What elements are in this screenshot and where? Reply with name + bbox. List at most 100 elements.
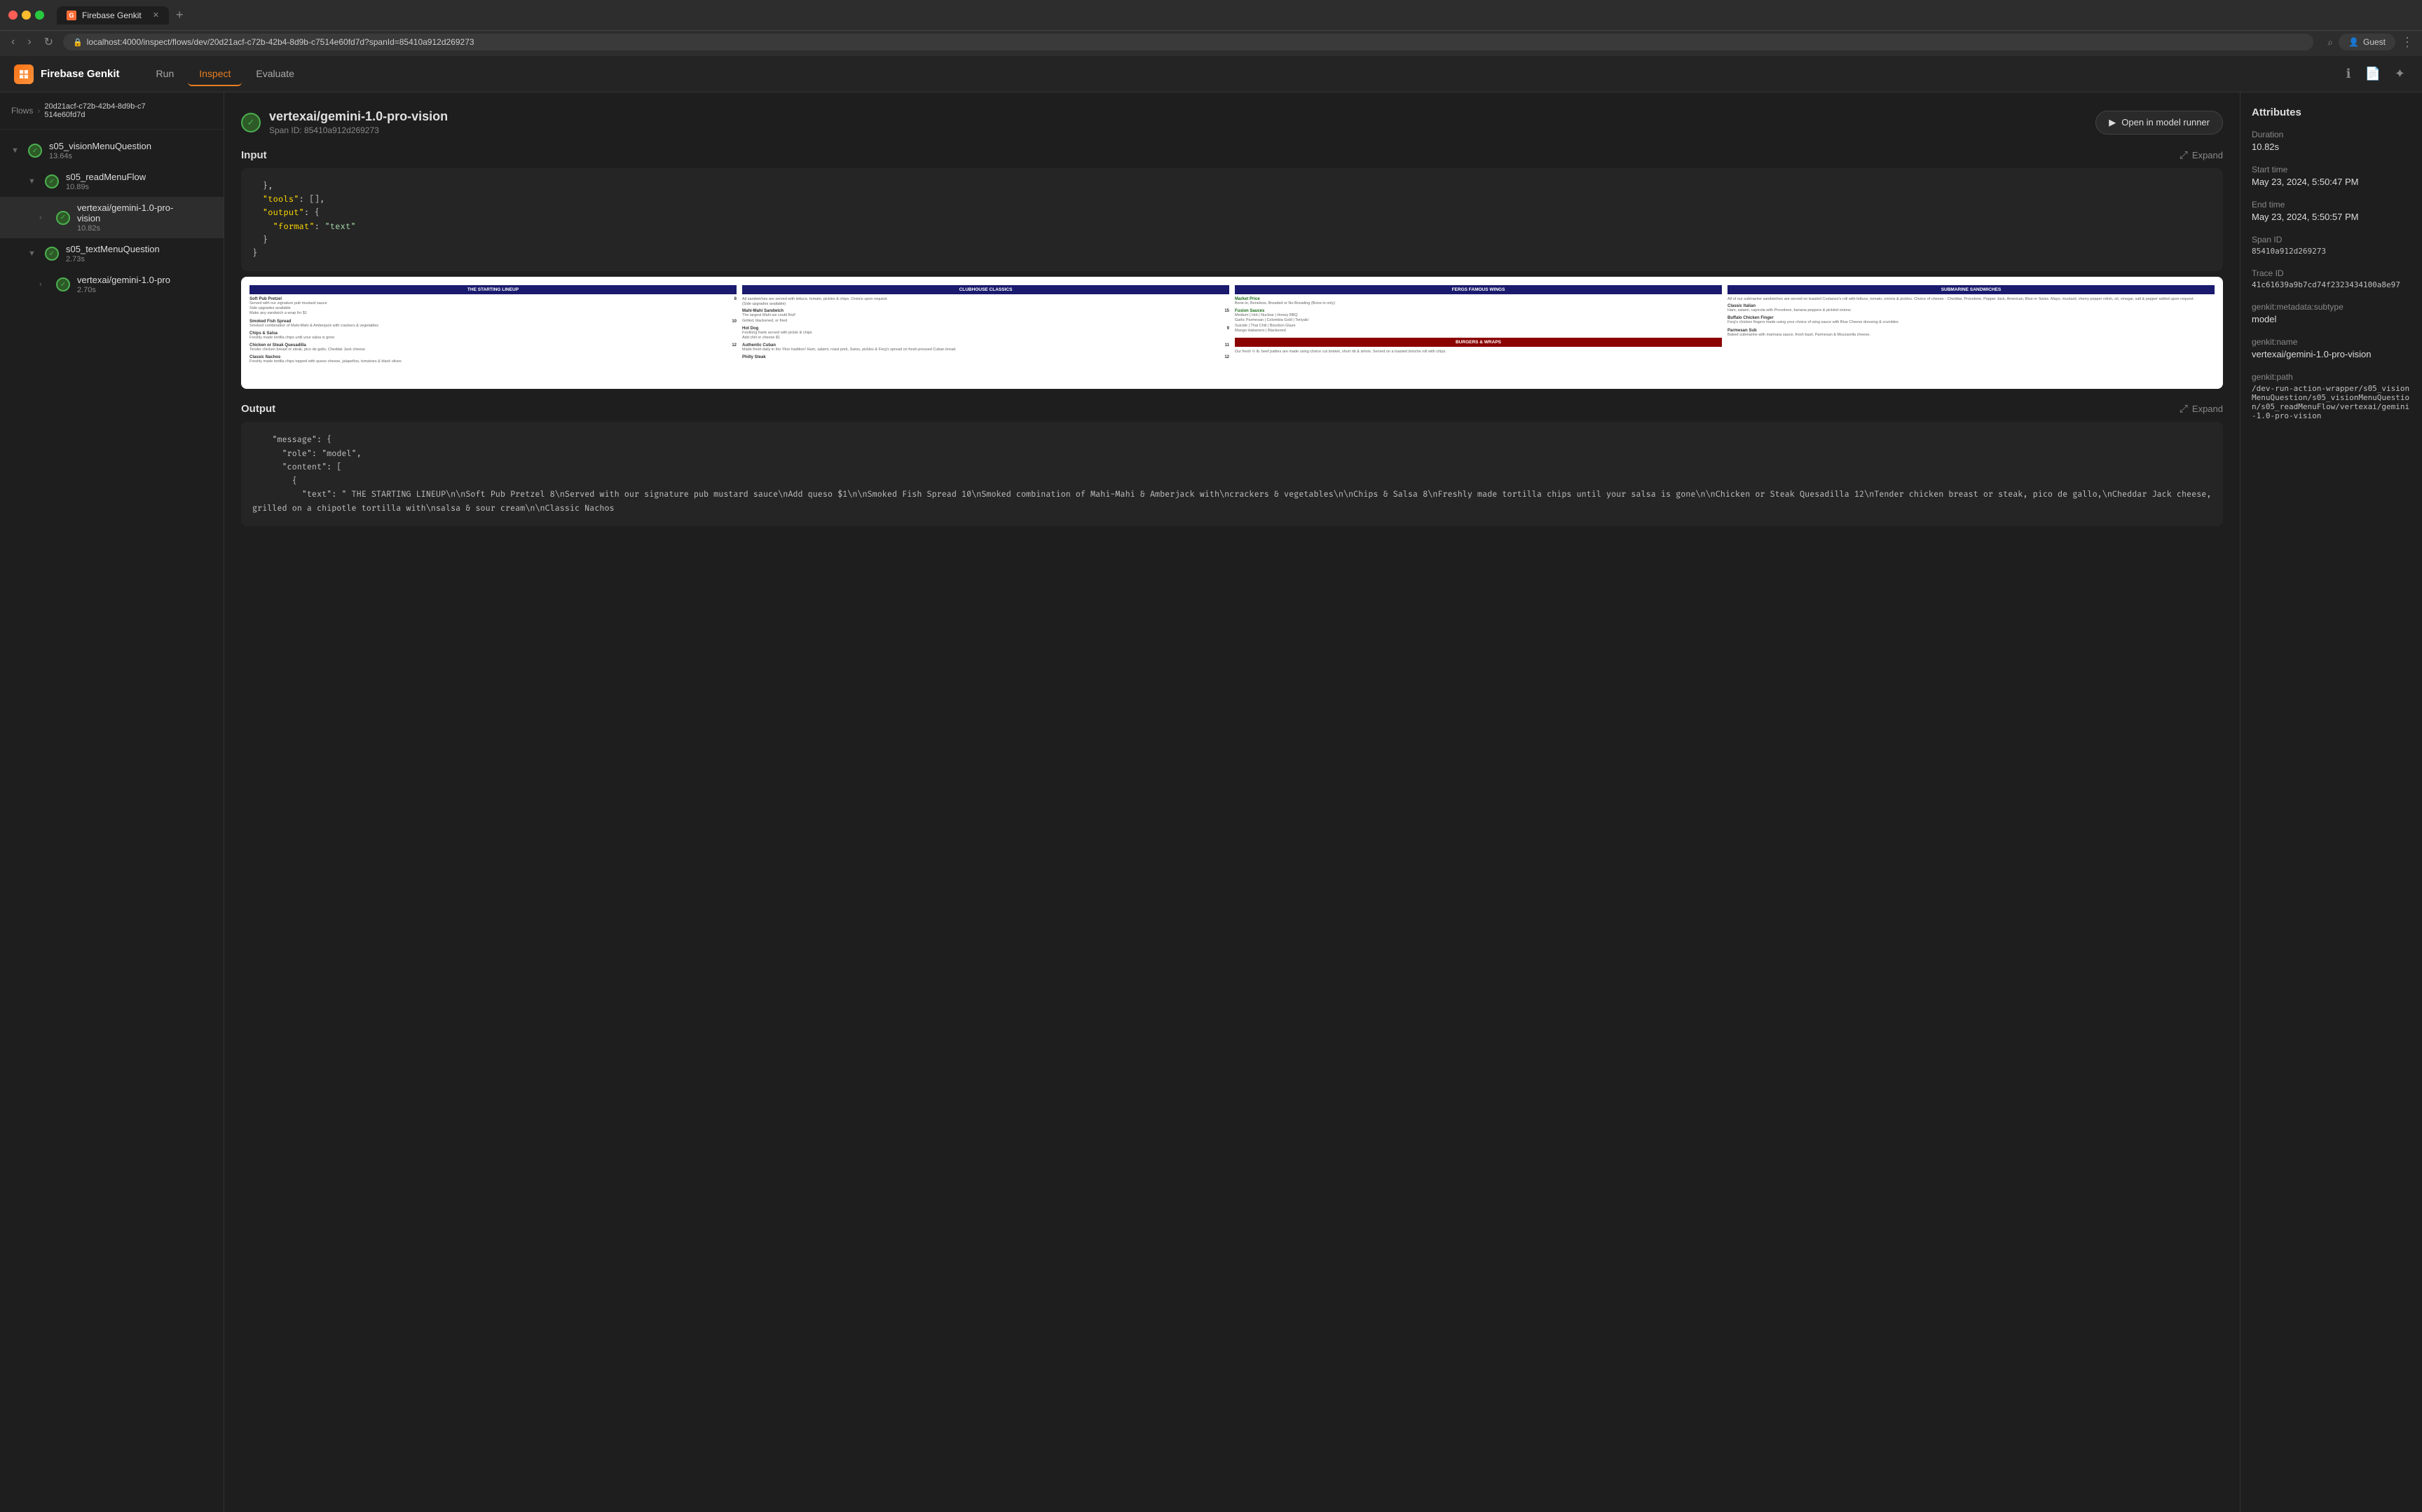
back-button[interactable]: ‹ <box>8 34 18 50</box>
menu-intro: All of our submarine sandwiches are serv… <box>1727 297 2215 302</box>
new-tab-icon[interactable]: + <box>173 8 186 22</box>
menu-item-desc: Ferg's chicken fingers made using your c… <box>1727 320 2215 325</box>
flow-status-success: ✓ <box>45 247 59 261</box>
main-content: Flows › 20d21acf-c72b-42b4-8d9b-c7514e60… <box>0 92 2422 1512</box>
app-container: Firebase Genkit Run Inspect Evaluate ℹ 📄… <box>0 56 2422 1512</box>
minimize-button[interactable] <box>22 11 31 20</box>
menu-image-content: THE STARTING LINEUP Soft Pub Pretzel 8 S… <box>241 277 2223 389</box>
flow-duration: 2.73s <box>66 255 215 263</box>
address-bar-row: ‹ › ↻ 🔒 localhost:4000/inspect/flows/dev… <box>0 31 2422 56</box>
address-bar[interactable]: 🔒 localhost:4000/inspect/flows/dev/20d21… <box>63 34 2313 50</box>
menu-item-desc: Freshly made tortilla chips topped with … <box>249 359 737 364</box>
attr-genkit-path-label: genkit:path <box>2252 372 2411 382</box>
attr-subtype-value: model <box>2252 314 2411 324</box>
flow-item-read-menu[interactable]: ▼ ✓ s05_readMenuFlow 10.89s <box>0 166 224 197</box>
url-text: localhost:4000/inspect/flows/dev/20d21ac… <box>87 37 2304 47</box>
chevron-down-icon: ▼ <box>28 249 38 258</box>
guest-label: Guest <box>2363 37 2386 47</box>
attr-trace-id-value: 41c61639a9b7cd74f2323434100a8e97 <box>2252 280 2411 289</box>
flow-item-text-menu[interactable]: ▼ ✓ s05_textMenuQuestion 2.73s <box>0 238 224 269</box>
close-button[interactable] <box>8 11 18 20</box>
flow-name: vertexai/gemini-1.0-pro <box>77 275 215 285</box>
output-expand-button[interactable]: ⤢ Expand <box>2180 403 2223 415</box>
app-header: Firebase Genkit Run Inspect Evaluate ℹ 📄… <box>0 56 2422 92</box>
right-panel: ✓ vertexai/gemini-1.0-pro-vision Span ID… <box>224 92 2422 1512</box>
active-tab[interactable]: G Firebase Genkit ✕ <box>57 6 169 25</box>
nav-run[interactable]: Run <box>145 62 186 86</box>
refresh-button[interactable]: ↻ <box>41 34 56 50</box>
menu-column-1: THE STARTING LINEUP Soft Pub Pretzel 8 S… <box>249 285 737 380</box>
menu-item-desc: Our fresh ½ lb. beef patties are made us… <box>1235 350 1722 355</box>
inspect-area: ✓ vertexai/gemini-1.0-pro-vision Span ID… <box>224 92 2240 1512</box>
menu-item-desc: Tender chicken breast or steak, pico de … <box>249 348 737 352</box>
forward-button[interactable]: › <box>25 34 34 50</box>
flow-info: vertexai/gemini-1.0-pro-vision 10.82s <box>77 202 215 233</box>
span-id-label: Span ID: <box>269 125 302 135</box>
input-expand-button[interactable]: ⤢ Expand <box>2180 149 2223 161</box>
span-id-value: 85410a912d269273 <box>304 125 379 135</box>
nav-inspect[interactable]: Inspect <box>188 62 242 86</box>
attr-genkit-name-value: vertexai/gemini-1.0-pro-vision <box>2252 349 2411 359</box>
attr-subtype: genkit:metadata:subtype model <box>2252 302 2411 324</box>
attr-duration-label: Duration <box>2252 130 2411 139</box>
output-code-block: "message": { "role": "model", "content":… <box>241 422 2223 526</box>
attr-end-time-label: End time <box>2252 200 2411 209</box>
input-code-block: }, "tools": [], "output": { "format": "t… <box>241 168 2223 271</box>
open-runner-label: Open in model runner <box>2121 117 2210 128</box>
menu-image: THE STARTING LINEUP Soft Pub Pretzel 8 S… <box>241 277 2223 389</box>
guest-button[interactable]: 👤 Guest <box>2339 34 2395 50</box>
flow-status-success: ✓ <box>28 144 42 158</box>
attr-span-id-label: Span ID <box>2252 235 2411 245</box>
sidebar: Flows › 20d21acf-c72b-42b4-8d9b-c7514e60… <box>0 92 224 1512</box>
attributes-panel: Attributes Duration 10.82s Start time Ma… <box>2240 92 2422 1512</box>
flow-duration: 10.82s <box>77 224 215 233</box>
flow-name: s05_textMenuQuestion <box>66 244 215 254</box>
output-section-header: Output ⤢ Expand <box>241 403 2223 415</box>
nav-evaluate[interactable]: Evaluate <box>245 62 305 86</box>
flow-name: s05_readMenuFlow <box>66 172 215 182</box>
breadcrumb-flows-link[interactable]: Flows <box>11 106 33 116</box>
attr-span-id: Span ID 85410a912d269273 <box>2252 235 2411 256</box>
flow-item-vision-menu-question[interactable]: ▼ ✓ s05_visionMenuQuestion 13.64s <box>0 135 224 166</box>
menu-item-desc: Baked submarine with marinara sauce, fre… <box>1727 333 2215 338</box>
menu-item-desc: Footlong frank served with pickle & chip… <box>742 331 1229 341</box>
search-icon[interactable]: ⌕ <box>2327 36 2333 48</box>
output-section: Output ⤢ Expand "message": { "role": "mo… <box>241 403 2223 526</box>
tab-title: Firebase Genkit <box>82 11 142 20</box>
attr-genkit-name: genkit:name vertexai/gemini-1.0-pro-visi… <box>2252 337 2411 359</box>
maximize-button[interactable] <box>35 11 44 20</box>
attr-genkit-name-label: genkit:name <box>2252 337 2411 347</box>
lock-icon: 🔒 <box>73 38 83 47</box>
flow-info: vertexai/gemini-1.0-pro 2.70s <box>77 275 215 294</box>
settings-icon[interactable]: ✦ <box>2392 64 2408 84</box>
flow-info: s05_visionMenuQuestion 13.64s <box>49 141 215 160</box>
flow-item-gemini-vision[interactable]: › ✓ vertexai/gemini-1.0-pro-vision 10.82… <box>0 197 224 238</box>
attr-trace-id: Trace ID 41c61639a9b7cd74f2323434100a8e9… <box>2252 268 2411 289</box>
burgers-title: BURGERS & WRAPS <box>1235 338 1722 347</box>
traffic-lights <box>8 11 44 20</box>
attributes-title: Attributes <box>2252 106 2411 118</box>
output-title: Output <box>241 403 275 415</box>
app-logo-icon <box>14 64 34 84</box>
info-icon[interactable]: ℹ <box>2344 64 2354 84</box>
open-model-runner-button[interactable]: ▶ Open in model runner <box>2095 111 2223 135</box>
expand-label: Expand <box>2192 404 2223 414</box>
input-section-header: Input ⤢ Expand <box>241 149 2223 161</box>
menu-item-desc: Smoked combination of Mahi-Mahi & Amberj… <box>249 324 737 329</box>
attr-genkit-path-value: /dev-run-action-wrapper/s05_visionMenuQu… <box>2252 384 2411 420</box>
flow-duration: 2.70s <box>77 286 215 294</box>
attr-span-id-value: 85410a912d269273 <box>2252 247 2411 256</box>
span-status-icon: ✓ <box>241 113 261 132</box>
menu-intro: All sandwiches are served with lettuce, … <box>742 297 1229 307</box>
flow-item-gemini-pro[interactable]: › ✓ vertexai/gemini-1.0-pro 2.70s <box>0 269 224 300</box>
tab-close-icon[interactable]: ✕ <box>153 11 159 20</box>
menu-item-desc: The largest Mahi we could find!Grilled, … <box>742 313 1229 323</box>
document-icon[interactable]: 📄 <box>2362 64 2383 84</box>
clubhouse-title: CLUBHOUSE CLASSICS <box>742 285 1229 294</box>
input-title: Input <box>241 149 267 161</box>
more-options-icon[interactable]: ⋮ <box>2401 35 2414 50</box>
attr-genkit-path: genkit:path /dev-run-action-wrapper/s05_… <box>2252 372 2411 420</box>
header-right: ℹ 📄 ✦ <box>2344 64 2408 84</box>
menu-column-3: FERGS FAMOUS WINGS Market Price Bone-in,… <box>1235 285 1722 380</box>
flow-status-success: ✓ <box>45 174 59 188</box>
